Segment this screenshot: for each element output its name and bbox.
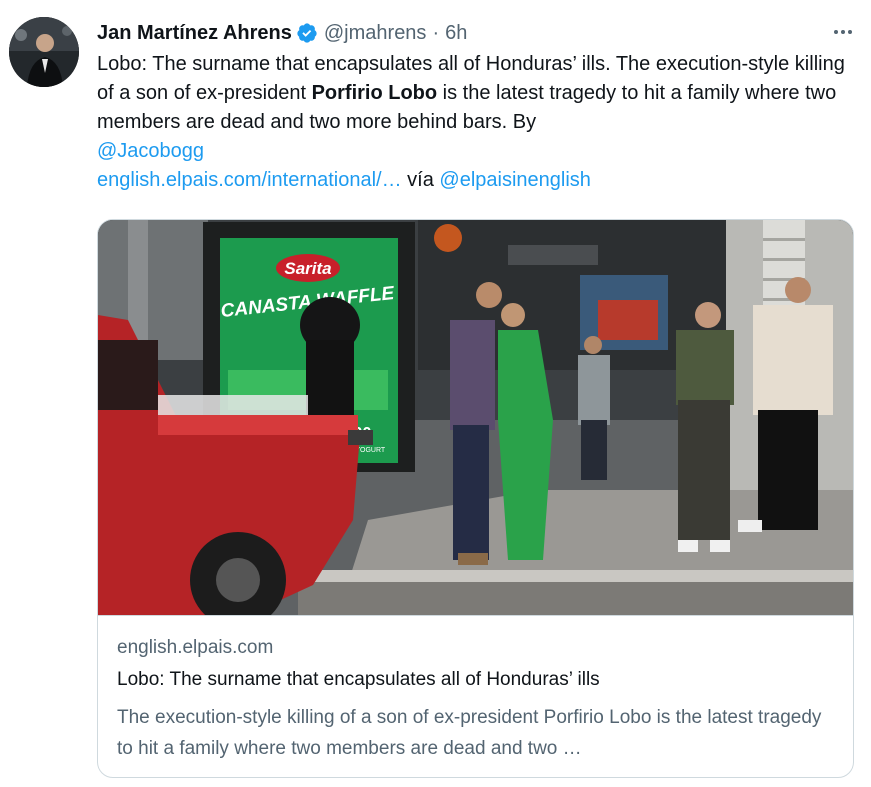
avatar[interactable] — [9, 17, 79, 87]
link-card[interactable]: Sarita CANASTA WAFFLE 100 ZEEN YOGURT — [97, 219, 854, 778]
tweet-body: Lobo: The surname that encapsulates all … — [97, 50, 857, 195]
mention-link[interactable]: @Jacobogg — [97, 140, 204, 162]
more-options-icon[interactable] — [831, 22, 855, 42]
card-title: Lobo: The surname that encapsulates all … — [117, 669, 600, 690]
author-handle[interactable]: @jmahrens — [324, 22, 427, 45]
tweet-header: Jan Martínez Ahrens @jmahrens · 6h — [97, 18, 871, 48]
billboard-brand: Sarita — [284, 259, 331, 278]
card-description: The execution-style killing of a son of … — [117, 707, 822, 759]
via-account-link[interactable]: @elpaisinenglish — [439, 169, 591, 191]
card-domain: english.elpais.com — [117, 637, 274, 658]
bold-name: Porfirio Lobo — [311, 82, 438, 104]
person-avatar-icon — [9, 17, 79, 87]
author-name[interactable]: Jan Martínez Ahrens — [97, 22, 292, 45]
article-url-link[interactable]: english.elpais.com/international/… — [97, 169, 402, 191]
tweet-timestamp[interactable]: 6h — [445, 22, 467, 45]
verified-badge-icon — [297, 23, 317, 43]
article-photo[interactable]: Sarita CANASTA WAFFLE 100 ZEEN YOGURT — [98, 220, 854, 615]
via-label: vía — [401, 169, 440, 191]
separator-dot: · — [432, 21, 440, 44]
card-info: english.elpais.com Lobo: The surname tha… — [98, 615, 853, 777]
